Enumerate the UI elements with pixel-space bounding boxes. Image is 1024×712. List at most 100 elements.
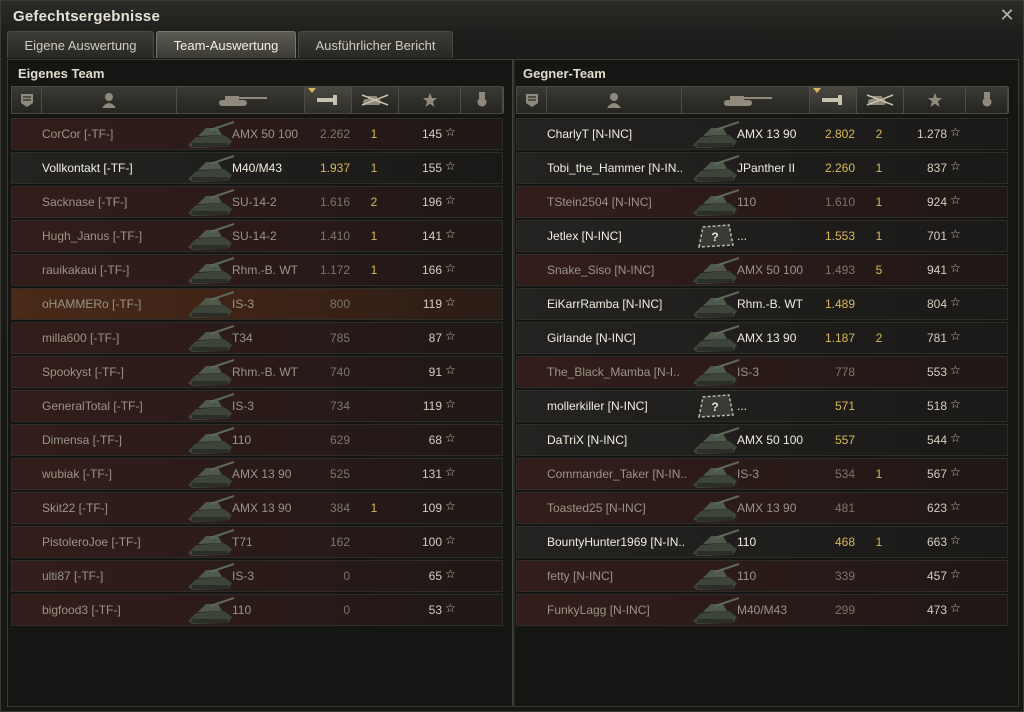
column-squad[interactable] [517, 87, 547, 113]
star-icon: ☆ [445, 397, 456, 411]
column-tank[interactable] [177, 87, 305, 113]
player-row[interactable]: Jetlex [N-INC]?... 1.553 1 701 ☆ [516, 220, 1008, 252]
damage-value: 778 [834, 365, 855, 379]
squad-icon [525, 92, 539, 108]
column-player[interactable] [547, 87, 682, 113]
star-icon: ☆ [445, 499, 456, 513]
player-row[interactable]: Spookyst [-TF-] Rhm.-B. WT 740 91 ☆ [11, 356, 503, 388]
player-row[interactable]: Commander_Taker [N-IN.. IS-3 534 1 567 ☆ [516, 458, 1008, 490]
tank-icon [184, 493, 236, 523]
enemy-team-column-header [516, 86, 1009, 114]
player-row[interactable]: CorCor [-TF-] AMX 50 100 2.262 1 145 ☆ [11, 118, 503, 150]
star-icon: ☆ [950, 159, 961, 173]
player-row[interactable]: CharlyT [N-INC] AMX 13 90 2.802 2 1.278 ☆ [516, 118, 1008, 150]
squad-icon [20, 92, 34, 108]
player-row[interactable]: milla600 [-TF-] T34 785 87 ☆ [11, 322, 503, 354]
damage-value: 800 [329, 297, 350, 311]
column-kills[interactable] [857, 87, 904, 113]
xp-value: 553 [926, 365, 947, 379]
damage-value: 0 [343, 603, 350, 617]
column-medal[interactable] [966, 87, 1009, 113]
damage-value: 1.553 [824, 229, 855, 243]
player-row[interactable]: Toasted25 [N-INC] AMX 13 90 481 623 ☆ [516, 492, 1008, 524]
damage-value: 1.610 [824, 195, 855, 209]
player-row[interactable]: Sacknase [-TF-] SU-14-2 1.616 2 196 ☆ [11, 186, 503, 218]
column-tank[interactable] [682, 87, 810, 113]
tab-own-evaluation[interactable]: Eigene Auswertung [7, 31, 154, 58]
player-name: BountyHunter1969 [N-IN.. [547, 535, 686, 549]
damage-value: 534 [834, 467, 855, 481]
player-row[interactable]: PistoleroJoe [-TF-] T71 162 100 ☆ [11, 526, 503, 558]
player-row[interactable]: Dimensa [-TF-] 110 629 68 ☆ [11, 424, 503, 456]
xp-value: 544 [926, 433, 947, 447]
column-damage[interactable] [305, 87, 352, 113]
player-row[interactable]: FunkyLagg [N-INC] M40/M43 299 473 ☆ [516, 594, 1008, 626]
tank-icon [689, 323, 741, 353]
column-damage[interactable] [810, 87, 857, 113]
player-row[interactable]: DaTriX [N-INC] AMX 50 100 557 544 ☆ [516, 424, 1008, 456]
player-row[interactable]: wubiak [-TF-] AMX 13 90 525 131 ☆ [11, 458, 503, 490]
column-xp-star[interactable] [399, 87, 461, 113]
player-name: Dimensa [-TF-] [42, 433, 123, 447]
column-medal[interactable] [461, 87, 504, 113]
vehicle-name: AMX 13 90 [232, 467, 292, 481]
player-row[interactable]: EiKarrRamba [N-INC] Rhm.-B. WT 1.489 804 ☆ [516, 288, 1008, 320]
tank-icon [184, 187, 236, 217]
column-squad[interactable] [12, 87, 42, 113]
player-row[interactable]: Girlande [N-INC] AMX 13 90 1.187 2 781 ☆ [516, 322, 1008, 354]
player-row[interactable]: mollerkiller [N-INC]?... 571 518 ☆ [516, 390, 1008, 422]
vehicle-name: M40/M43 [232, 161, 283, 175]
star-icon: ☆ [950, 125, 961, 139]
player-name: fetty [N-INC] [547, 569, 614, 583]
column-kills[interactable] [352, 87, 399, 113]
xp-value: 701 [926, 229, 947, 243]
star-icon: ☆ [950, 533, 961, 547]
player-row[interactable]: fetty [N-INC] 110 339 457 ☆ [516, 560, 1008, 592]
player-row[interactable]: TStein2504 [N-INC] 110 1.610 1 924 ☆ [516, 186, 1008, 218]
window-title: Gefechtsergebnisse [13, 8, 160, 25]
xp-value: 567 [926, 467, 947, 481]
player-row[interactable]: Snake_Siso [N-INC] AMX 50 100 1.493 5 941 ☆ [516, 254, 1008, 286]
player-row[interactable]: ulti87 [-TF-] IS-3 0 65 ☆ [11, 560, 503, 592]
column-xp-star[interactable] [904, 87, 966, 113]
player-row[interactable]: bigfood3 [-TF-] 110 0 53 ☆ [11, 594, 503, 626]
tank-icon [184, 527, 236, 557]
kills-icon [865, 93, 895, 107]
player-icon [102, 92, 116, 108]
damage-value: 1.489 [824, 297, 855, 311]
tank-icon [184, 289, 236, 319]
player-row[interactable]: Vollkontakt [-TF-] M40/M43 1.937 1 155 ☆ [11, 152, 503, 184]
player-row[interactable]: GeneralTotal [-TF-] IS-3 734 119 ☆ [11, 390, 503, 422]
tab-team-evaluation[interactable]: Team-Auswertung [156, 31, 296, 58]
player-row[interactable]: oHAMMERo [-TF-] IS-3 800 119 ☆ [11, 288, 503, 320]
player-name: CharlyT [N-INC] [547, 127, 633, 141]
tab-bar: Eigene Auswertung Team-Auswertung Ausfüh… [7, 31, 455, 59]
tank-icon [689, 527, 741, 557]
vehicle-name: AMX 50 100 [737, 433, 804, 447]
damage-value: 0 [343, 569, 350, 583]
player-row[interactable]: Tobi_the_Hammer [N-IN.. JPanther II 2.260 1… [516, 152, 1008, 184]
column-player[interactable] [42, 87, 177, 113]
star-icon: ☆ [445, 533, 456, 547]
xp-value: 924 [926, 195, 947, 209]
player-row[interactable]: Hugh_Janus [-TF-] SU-14-2 1.410 1 141 ☆ [11, 220, 503, 252]
xp-value: 145 [421, 127, 442, 141]
xp-value: 804 [926, 297, 947, 311]
tank-icon [184, 595, 236, 625]
close-icon[interactable]: ✕ [997, 5, 1017, 25]
player-row[interactable]: BountyHunter1969 [N-IN.. 110 468 1 663 ☆ [516, 526, 1008, 558]
damage-value: 162 [329, 535, 350, 549]
svg-text:?: ? [711, 230, 718, 244]
tab-detailed-report[interactable]: Ausführlicher Bericht [298, 31, 453, 58]
xp-value: 518 [926, 399, 947, 413]
star-icon: ☆ [445, 227, 456, 241]
xp-value: 131 [421, 467, 442, 481]
player-row[interactable]: rauikakaui [-TF-] Rhm.-B. WT 1.172 1 166 ☆ [11, 254, 503, 286]
kills-value: 1 [875, 229, 883, 243]
player-name: Girlande [N-INC] [547, 331, 636, 345]
player-name: GeneralTotal [-TF-] [42, 399, 143, 413]
title-bar: Gefechtsergebnisse ✕ [1, 1, 1024, 31]
player-row[interactable]: Skit22 [-TF-] AMX 13 90 384 1 109 ☆ [11, 492, 503, 524]
player-row[interactable]: The_Black_Mamba [N-I.. IS-3 778 553 ☆ [516, 356, 1008, 388]
unknown-tank-icon: ? [689, 391, 741, 421]
